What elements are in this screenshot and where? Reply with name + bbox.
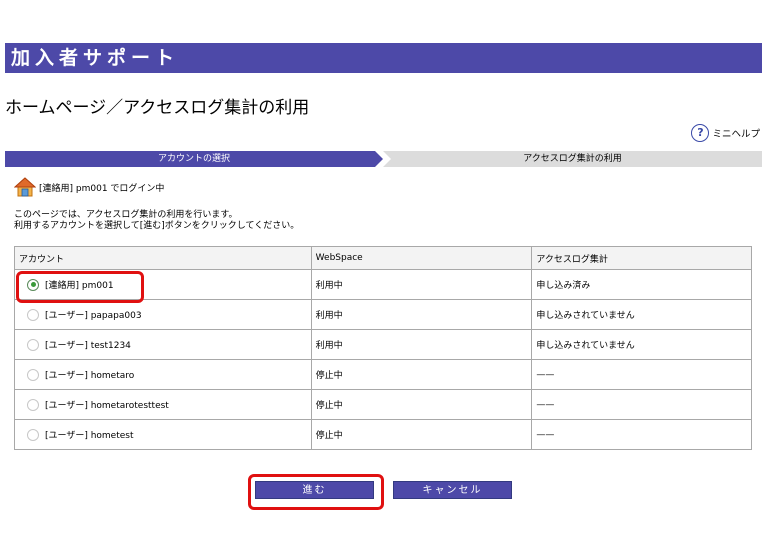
account-name: [ユーザー] hometaro [45,371,135,381]
accesslog-cell: —— [531,419,752,450]
step-accesslog-use: アクセスログ集計の利用 [383,151,762,167]
page: 加入者サポート ホームページ／アクセスログ集計の利用 ? ミニヘルプ アカウント… [0,0,768,540]
login-status-text: [連絡用] pm001 でログイン中 [39,183,165,194]
account-name: [連絡用] pm001 [45,281,114,291]
home-icon [14,177,36,197]
instructions: このページでは、アクセスログ集計の利用を行います。 利用するアカウントを選択して… [14,210,299,232]
table-row: [ユーザー] test1234 利用中 申し込みされていません [14,329,752,360]
radio-unselected-icon[interactable] [27,368,39,381]
account-name: [ユーザー] test1234 [45,341,131,351]
account-table: アカウント WebSpace アクセスログ集計 [連絡用] pm001 利用中 … [14,246,752,450]
step-account-select: アカウントの選択 [5,151,383,167]
webspace-cell: 利用中 [310,299,533,330]
page-title: ホームページ／アクセスログ集計の利用 [5,98,310,118]
mini-help-label: ミニヘルプ [712,129,760,140]
header-accesslog: アクセスログ集計 [531,246,752,270]
radio-unselected-icon[interactable] [27,398,39,411]
account-cell[interactable]: [連絡用] pm001 [14,269,312,300]
cancel-button[interactable]: キャンセル [393,481,512,499]
radio-unselected-icon[interactable] [27,428,39,441]
header-webspace: WebSpace [310,246,533,270]
webspace-cell: 停止中 [310,389,533,420]
table-row: [ユーザー] hometaro 停止中 —— [14,359,752,390]
radio-unselected-icon[interactable] [27,338,39,351]
webspace-cell: 利用中 [310,269,533,300]
account-cell[interactable]: [ユーザー] hometaro [14,359,312,390]
webspace-cell: 利用中 [310,329,533,360]
radio-unselected-icon[interactable] [27,308,39,321]
account-cell[interactable]: [ユーザー] test1234 [14,329,312,360]
table-row: [ユーザー] hometarotesttest 停止中 —— [14,389,752,420]
webspace-cell: 停止中 [310,359,533,390]
account-cell[interactable]: [ユーザー] papapa003 [14,299,312,330]
banner-title: 加入者サポート [5,43,762,73]
table-header-row: アカウント WebSpace アクセスログ集計 [14,246,752,270]
accesslog-cell: 申し込みされていません [531,329,752,360]
instruction-line-1: このページでは、アクセスログ集計の利用を行います。 [14,210,238,220]
step-progress: アカウントの選択 アクセスログ集計の利用 [5,151,762,167]
table-row: [連絡用] pm001 利用中 申し込み済み [14,269,752,300]
table-row: [ユーザー] hometest 停止中 —— [14,419,752,450]
header-account: アカウント [14,246,312,270]
mini-help-link[interactable]: ? ミニヘルプ [691,124,760,142]
webspace-cell: 停止中 [310,419,533,450]
table-row: [ユーザー] papapa003 利用中 申し込みされていません [14,299,752,330]
account-name: [ユーザー] papapa003 [45,311,142,321]
account-name: [ユーザー] hometest [45,431,134,441]
next-button[interactable]: 進む [255,481,374,499]
instruction-line-2: 利用するアカウントを選択して[進む]ボタンをクリックしてください。 [14,221,300,231]
account-cell[interactable]: [ユーザー] hometarotesttest [14,389,312,420]
login-status: [連絡用] pm001 でログイン中 [14,177,164,197]
account-cell[interactable]: [ユーザー] hometest [14,419,312,450]
accesslog-cell: —— [531,389,752,420]
accesslog-cell: 申し込み済み [531,269,752,300]
account-name: [ユーザー] hometarotesttest [45,401,169,411]
accesslog-cell: —— [531,359,752,390]
accesslog-cell: 申し込みされていません [531,299,752,330]
help-question-icon: ? [691,124,710,142]
radio-selected-icon[interactable] [27,278,39,291]
